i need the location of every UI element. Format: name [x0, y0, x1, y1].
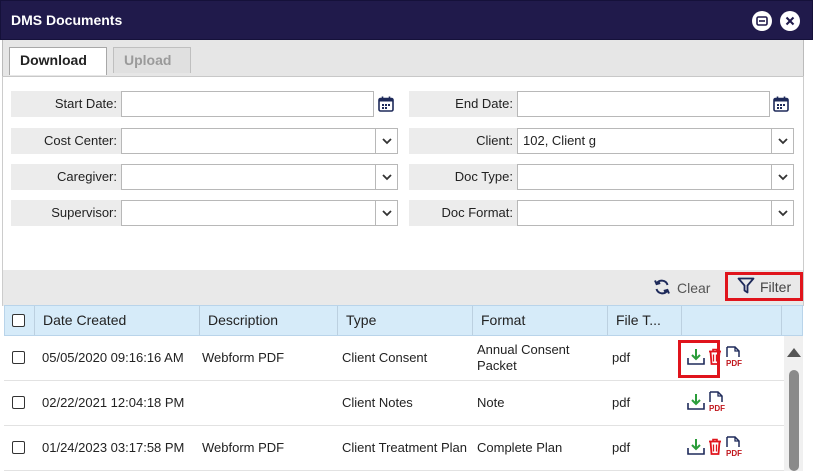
chevron-down-icon[interactable]	[375, 129, 397, 153]
supervisor-label: Supervisor:	[11, 200, 121, 226]
client-value: 102, Client g	[523, 133, 596, 148]
calendar-icon[interactable]	[770, 91, 792, 117]
cell-file-type: pdf	[612, 440, 631, 455]
delete-icon[interactable]	[707, 437, 723, 459]
svg-text:PDF: PDF	[726, 359, 742, 368]
download-icon[interactable]	[686, 392, 706, 415]
row-checkbox[interactable]	[12, 351, 25, 364]
window-titlebar: DMS Documents	[0, 0, 813, 40]
refresh-icon	[653, 278, 671, 299]
supervisor-select[interactable]	[121, 200, 398, 226]
svg-text:PDF: PDF	[726, 449, 742, 458]
clear-button[interactable]: Clear	[653, 277, 710, 299]
chevron-down-icon[interactable]	[375, 201, 397, 225]
doc-format-select[interactable]	[517, 200, 794, 226]
cell-date-created: 02/22/2021 12:04:18 PM	[42, 395, 185, 410]
calendar-icon[interactable]	[375, 91, 397, 117]
close-icon[interactable]	[780, 11, 800, 31]
cell-date-created: 01/24/2023 03:17:58 PM	[42, 440, 185, 455]
vertical-scrollbar[interactable]	[784, 336, 803, 471]
column-header-format[interactable]: Format	[473, 306, 608, 335]
minimize-icon[interactable]	[752, 11, 772, 31]
grid-header: Date Created Description Type Format Fil…	[4, 305, 803, 336]
download-highlight	[678, 340, 720, 378]
tab-upload[interactable]: Upload	[113, 47, 191, 73]
end-date-field[interactable]	[517, 91, 770, 117]
column-header-date-created[interactable]: Date Created	[35, 306, 200, 335]
column-header-type[interactable]: Type	[338, 306, 473, 335]
cell-date-created: 05/05/2020 09:16:16 AM	[42, 350, 184, 365]
cell-file-type: pdf	[612, 395, 631, 410]
column-header-file-type[interactable]: File T...	[608, 306, 682, 335]
cell-format: Note	[477, 395, 505, 410]
doc-format-label: Doc Format:	[409, 200, 517, 226]
svg-text:PDF: PDF	[709, 404, 725, 413]
tab-strip: Download Upload	[2, 40, 804, 76]
chevron-down-icon[interactable]	[771, 201, 793, 225]
cost-center-label: Cost Center:	[11, 128, 121, 154]
column-header-actions	[682, 306, 782, 335]
download-icon[interactable]	[686, 437, 706, 460]
pdf-icon[interactable]: PDF	[724, 435, 744, 461]
filter-form: Start Date: End Date: Cost Center: Clien…	[2, 76, 804, 270]
row-actions: PDF	[686, 381, 727, 425]
cell-format: Annual Consent Packet	[477, 342, 570, 373]
tab-download[interactable]: Download	[9, 47, 107, 75]
caregiver-select[interactable]	[121, 164, 398, 190]
filter-icon	[737, 277, 755, 297]
cell-description: Webform PDF	[202, 440, 285, 455]
client-label: Client:	[409, 128, 517, 154]
client-select[interactable]: 102, Client g	[517, 128, 794, 154]
chevron-down-icon[interactable]	[375, 165, 397, 189]
window-title: DMS Documents	[11, 12, 123, 28]
doc-type-select[interactable]	[517, 164, 794, 190]
cell-type: Client Treatment Plan	[342, 440, 468, 455]
chevron-down-icon[interactable]	[771, 129, 793, 153]
cell-type: Client Notes	[342, 395, 413, 410]
pdf-icon[interactable]: PDF	[707, 390, 727, 416]
table-row[interactable]: 01/24/2023 03:17:58 PM Webform PDF Clien…	[4, 426, 784, 471]
row-checkbox[interactable]	[12, 396, 25, 409]
filter-label: Filter	[760, 278, 792, 295]
cell-description	[194, 381, 332, 425]
end-date-label: End Date:	[409, 91, 517, 117]
scrollbar-thumb[interactable]	[789, 370, 799, 471]
table-row[interactable]: 05/05/2020 09:16:16 AM Webform PDF Clien…	[4, 336, 784, 381]
table-row[interactable]: 02/22/2021 12:04:18 PM Client Notes Note…	[4, 381, 784, 426]
caregiver-label: Caregiver:	[11, 164, 121, 190]
cost-center-select[interactable]	[121, 128, 398, 154]
cell-type: Client Consent	[342, 350, 428, 365]
grid-toolbar: Clear Filter	[2, 270, 804, 306]
window-edge	[804, 40, 813, 471]
select-all-cell	[5, 306, 35, 335]
column-header-description[interactable]: Description	[200, 306, 338, 335]
filter-button[interactable]: Filter	[725, 272, 803, 301]
chevron-down-icon[interactable]	[771, 165, 793, 189]
row-checkbox[interactable]	[12, 441, 25, 454]
pdf-icon[interactable]: PDF	[724, 345, 744, 371]
cell-file-type: pdf	[612, 350, 631, 365]
doc-type-label: Doc Type:	[409, 164, 517, 190]
select-all-checkbox[interactable]	[12, 314, 25, 327]
start-date-label: Start Date:	[11, 91, 121, 117]
cell-description: Webform PDF	[202, 350, 285, 365]
scroll-up-icon[interactable]	[787, 348, 801, 357]
clear-label: Clear	[677, 280, 711, 296]
cell-format: Complete Plan	[477, 440, 563, 455]
start-date-field[interactable]	[121, 91, 374, 117]
row-actions: PDF	[686, 426, 744, 470]
